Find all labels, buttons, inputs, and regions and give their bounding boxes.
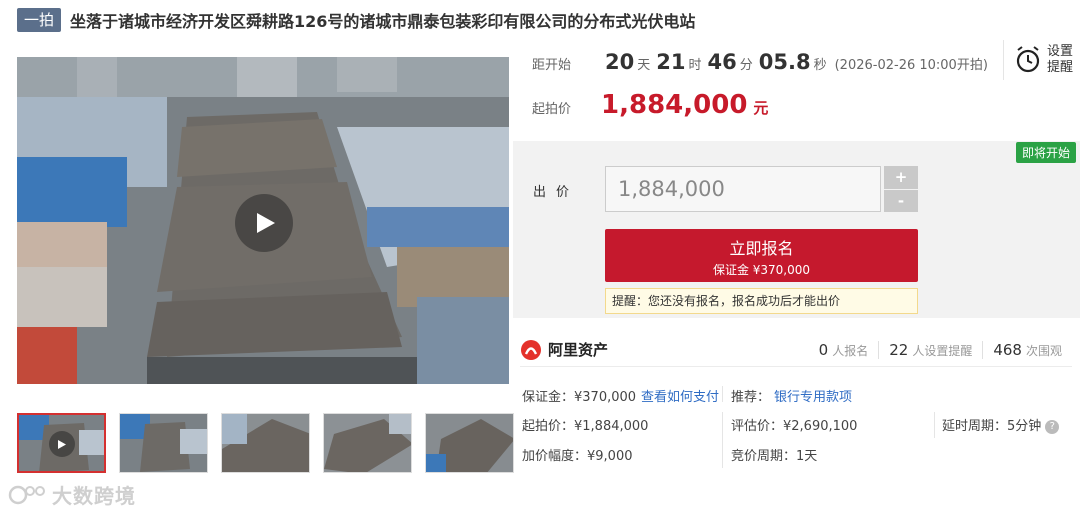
- countdown-hours-unit: 时: [688, 58, 702, 73]
- countdown: 距开始 20 天 21 时 46 分 05.8 秒 (2026-02-26 10…: [532, 50, 988, 74]
- thumbnail-photo[interactable]: [425, 413, 514, 473]
- delay-period-text: 延时周期：5分钟: [942, 419, 1042, 434]
- auction-stats: 0 人报名 22 人设置提醒 468 次围观: [809, 340, 1072, 359]
- start-price-info: 起拍价：¥1,884,000: [522, 419, 649, 434]
- auction-page: 一拍 坐落于诸城市经济开发区舜耕路126号的诸城市鼎泰包装彩印有限公司的分布式光…: [0, 0, 1080, 515]
- bid-amount-input[interactable]: 1,884,000: [605, 166, 881, 212]
- divider: [722, 412, 723, 468]
- watermark: 大数跨境: [8, 480, 136, 509]
- thumbnail-image: [222, 414, 309, 472]
- ali-asset-logo-icon: [521, 339, 541, 360]
- register-button-label: 立即报名: [729, 239, 794, 258]
- registration-notice: 提醒：您还没有报名，报名成功后才能出价: [605, 288, 918, 314]
- ali-asset-logo[interactable]: 阿里资产: [520, 339, 608, 361]
- start-price-row: 起拍价 1,884,000 元: [532, 90, 768, 120]
- watermark-text: 大数跨境: [52, 484, 136, 508]
- play-icon: [257, 213, 275, 233]
- decrease-bid-button[interactable]: -: [884, 189, 918, 212]
- start-price-value: 1,884,000: [601, 90, 748, 120]
- thumbnail-photo[interactable]: [119, 413, 208, 473]
- countdown-days: 20: [605, 50, 635, 74]
- countdown-seconds: 05.8: [758, 50, 811, 74]
- thumbnail-image: [324, 414, 411, 472]
- countdown-seconds-unit: 秒: [813, 58, 827, 73]
- thumbnail-image: [120, 414, 207, 472]
- main-photo[interactable]: [17, 57, 509, 384]
- deposit-label: 保证金 ¥370,000: [712, 263, 811, 277]
- stat-registered-count: 0: [818, 340, 829, 359]
- bank-payment-link[interactable]: 银行专用款项: [774, 386, 852, 405]
- reminder-line2: 提醒: [1046, 60, 1073, 75]
- start-price-unit: 元: [753, 99, 769, 117]
- countdown-start-time: (2026-02-26 10:00开拍): [834, 58, 988, 73]
- countdown-label: 距开始: [532, 58, 572, 73]
- auction-type-badge: 一拍: [17, 8, 62, 32]
- thumbnail-image: [426, 414, 513, 472]
- watermark-logo-icon: [8, 485, 45, 504]
- reminder-line1: 设置: [1046, 44, 1073, 59]
- organization-row: 阿里资产 0 人报名 22 人设置提醒 468 次围观: [520, 333, 1072, 367]
- stat-reminders-unit: 人设置提醒: [912, 343, 973, 358]
- reminder-label: 设置 提醒: [1047, 44, 1073, 76]
- bid-panel: 即将开始 出价 1,884,000 + - 立即报名 保证金 ¥370,000 …: [513, 141, 1080, 318]
- play-video-button[interactable]: [235, 194, 293, 252]
- help-icon[interactable]: ?: [1045, 419, 1060, 434]
- thumbnail-strip: [17, 413, 514, 473]
- deposit-info: 保证金：¥370,000: [522, 390, 637, 405]
- start-price-label: 起拍价: [532, 102, 572, 117]
- bidding-cycle-info: 竞价周期：1天: [731, 449, 818, 464]
- increase-bid-button[interactable]: +: [884, 166, 918, 189]
- stat-registered-unit: 人报名: [832, 343, 869, 358]
- countdown-minutes: 46: [707, 50, 737, 74]
- status-badge: 即将开始: [1015, 142, 1076, 163]
- set-reminder-button[interactable]: 设置 提醒: [1003, 40, 1073, 80]
- stat-views-unit: 次围观: [1025, 343, 1062, 358]
- alarm-clock-icon: [1016, 46, 1040, 73]
- countdown-days-unit: 天: [637, 58, 651, 73]
- stat-registered: 0 人报名: [809, 341, 879, 359]
- recommend-label: 推荐：: [731, 390, 771, 405]
- page-title: 坐落于诸城市经济开发区舜耕路126号的诸城市鼎泰包装彩印有限公司的分布式光伏电站: [70, 12, 696, 31]
- stat-reminders-count: 22: [889, 340, 909, 359]
- bid-label: 出价: [533, 185, 580, 200]
- assessed-price-info: 评估价：¥2,690,100: [731, 419, 858, 434]
- stat-reminders: 22 人设置提醒: [878, 340, 982, 359]
- thumbnail-photo[interactable]: [221, 413, 310, 473]
- delay-period-info: 延时周期：5分钟?: [942, 415, 1060, 434]
- how-to-pay-link[interactable]: 查看如何支付: [641, 386, 719, 405]
- countdown-minutes-unit: 分: [739, 58, 753, 73]
- bid-stepper: + -: [884, 166, 918, 212]
- divider: [722, 386, 723, 402]
- thumbnail-video[interactable]: [17, 413, 106, 473]
- organization-name: 阿里资产: [548, 341, 609, 359]
- thumbnail-photo[interactable]: [323, 413, 412, 473]
- register-now-button[interactable]: 立即报名 保证金 ¥370,000: [605, 229, 918, 282]
- divider: [934, 412, 935, 438]
- thumbnail-play-icon: [49, 431, 75, 457]
- stat-views-count: 468: [993, 340, 1022, 359]
- increment-info: 加价幅度：¥9,000: [522, 449, 633, 464]
- countdown-hours: 21: [656, 50, 686, 74]
- stat-views: 468 次围观: [982, 340, 1072, 359]
- title-row: 一拍 坐落于诸城市经济开发区舜耕路126号的诸城市鼎泰包装彩印有限公司的分布式光…: [17, 7, 695, 33]
